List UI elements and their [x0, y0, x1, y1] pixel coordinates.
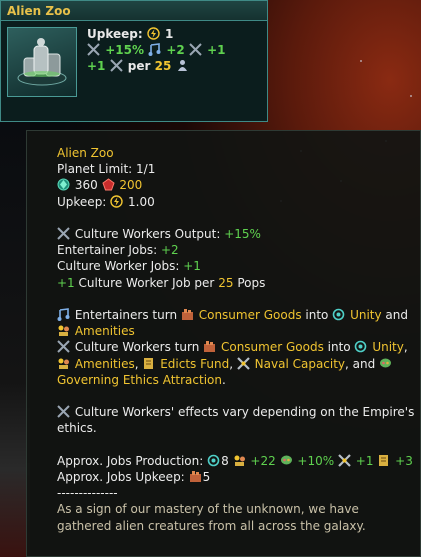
cw-output-label: Culture Workers Output: [74, 227, 221, 241]
cw-output-value: +15% [224, 227, 261, 241]
ent-turn-and: and [385, 308, 408, 322]
ent-turn-amenities: Amenities [74, 324, 135, 339]
entertainer-icon [148, 43, 161, 56]
divider: -------------- [57, 486, 118, 501]
per-pop-count: 25 [218, 275, 234, 290]
card-entertainer-jobs: +2 [166, 43, 185, 57]
naval-icon [338, 454, 351, 467]
per-pop-line: +1 Culture Worker Job per 25 Pops [57, 275, 417, 291]
amenities-icon [57, 324, 70, 337]
culture-worker-icon [57, 340, 70, 354]
cw-turn-unity: Unity [372, 340, 404, 355]
edicts-icon [142, 357, 155, 370]
per-pop-jobs: +1 [57, 275, 75, 290]
jobs-upkeep-label: Approx. Jobs Upkeep: [57, 470, 185, 484]
card-pop-count: 25 [154, 59, 172, 73]
prod-edicts: +3 [395, 453, 413, 468]
tooltip-upkeep: Upkeep: 1.00 [57, 194, 417, 210]
card-culture-jobs: +1 [207, 43, 226, 57]
prod-naval: +1 [355, 453, 374, 468]
ent-turn-unity: Unity [350, 308, 382, 322]
pop-icon [176, 59, 189, 72]
tooltip-upkeep-label: Upkeep: [57, 194, 107, 209]
culture-worker-icon [189, 43, 202, 56]
ent-jobs-line: Entertainer Jobs: +2 [57, 242, 417, 258]
prod-amenities: +22 [250, 453, 276, 468]
per-pop-suffix: Pops [237, 275, 266, 290]
card-title: Alien Zoo [1, 1, 267, 21]
entertainer-icon [57, 308, 70, 321]
card-per-pop-jobs: +1 [87, 59, 106, 73]
unity-icon [207, 454, 220, 467]
tooltip-upkeep-value: 1.00 [128, 194, 155, 209]
consumer-goods-icon [189, 470, 202, 483]
tooltip-body: Alien Zoo Planet Limit: 1/1 360 200 Upke… [57, 145, 417, 534]
consumer-goods-icon [203, 340, 216, 353]
alien-zoo-building-icon [17, 38, 67, 86]
cw-turn-and: and [352, 356, 376, 371]
build-cost: 360 200 [57, 177, 417, 193]
cw-turn-edicts: Edicts Fund [160, 356, 230, 371]
building-card[interactable]: Alien Zoo Upkeep: 1 +15% +2 +1 +1 per 25 [0, 0, 268, 122]
edicts-icon [377, 454, 390, 467]
cw-jobs-value: +1 [183, 259, 201, 274]
ethics-note: Culture Workers' effects vary depending … [57, 404, 417, 436]
ethics-note-text: Culture Workers' effects vary depending … [57, 405, 415, 436]
building-thumbnail [7, 27, 77, 97]
energy-icon [147, 27, 160, 40]
amenities-icon [57, 357, 70, 370]
energy-icon [110, 194, 123, 208]
culture-worker-icon [57, 405, 70, 418]
cw-turn-ethics: Governing Ethics Attraction [57, 372, 222, 387]
cw-turn-consumer-goods: Consumer Goods [220, 340, 324, 355]
culture-workers-turn: Culture Workers turn Consumer Goods into… [57, 340, 408, 387]
entertainers-turn: Entertainers turn Consumer Goods into Un… [57, 307, 417, 339]
culture-worker-icon [87, 43, 100, 56]
unity-icon [332, 308, 345, 321]
per-pop-text: Culture Worker Job per [78, 275, 215, 290]
cw-jobs-line: Culture Worker Jobs: +1 [57, 258, 417, 274]
tooltip-title: Alien Zoo [57, 146, 114, 160]
alloys-cost: 200 [119, 178, 143, 193]
cw-turn-naval: Naval Capacity [254, 356, 346, 371]
cw-output-line: Culture Workers Output: +15% [57, 226, 417, 242]
cw-turn-text: Culture Workers turn [74, 340, 200, 355]
card-stats: Upkeep: 1 +15% +2 +1 +1 per 25 [87, 26, 226, 74]
jobs-production: Approx. Jobs Production: 8 +22 +10% +1 +… [57, 453, 417, 469]
amenities-icon [233, 454, 246, 467]
ent-turn-into: into [305, 308, 329, 322]
card-per-label: per [127, 59, 151, 73]
culture-worker-icon [109, 59, 123, 72]
building-tooltip: Alien Zoo Planet Limit: 1/1 360 200 Upke… [26, 130, 421, 557]
alloys-icon [101, 178, 115, 191]
cw-jobs-label: Culture Worker Jobs: [57, 259, 180, 274]
cw-turn-into: into [327, 340, 351, 355]
minerals-icon [57, 178, 70, 191]
ent-turn-text: Entertainers turn [74, 308, 178, 322]
ent-jobs-label: Entertainer Jobs: [57, 243, 158, 258]
prod-ethics: +10% [297, 453, 335, 468]
flavor-text: As a sign of our mastery of the unknown,… [57, 502, 366, 533]
cw-turn-amenities: Amenities [74, 356, 135, 371]
culture-worker-icon [57, 227, 70, 240]
planet-limit: Planet Limit: 1/1 [57, 162, 156, 177]
prod-label: Approx. Jobs Production: [57, 453, 204, 468]
naval-icon [237, 356, 250, 370]
card-upkeep-value: 1 [165, 27, 174, 41]
ent-turn-consumer-goods: Consumer Goods [198, 308, 302, 322]
jobs-upkeep-value: 5 [202, 470, 211, 484]
minerals-cost: 360 [74, 178, 98, 193]
ethics-icon [379, 357, 392, 370]
unity-icon [354, 340, 367, 353]
card-upkeep-label: Upkeep: [87, 27, 143, 41]
prod-unity: 8 [221, 453, 229, 468]
ent-jobs-value: +2 [160, 243, 179, 258]
jobs-upkeep: Approx. Jobs Upkeep: 5 [57, 469, 417, 485]
consumer-goods-icon [181, 308, 194, 321]
ethics-icon [280, 454, 293, 467]
card-output-bonus: +15% [105, 43, 144, 57]
